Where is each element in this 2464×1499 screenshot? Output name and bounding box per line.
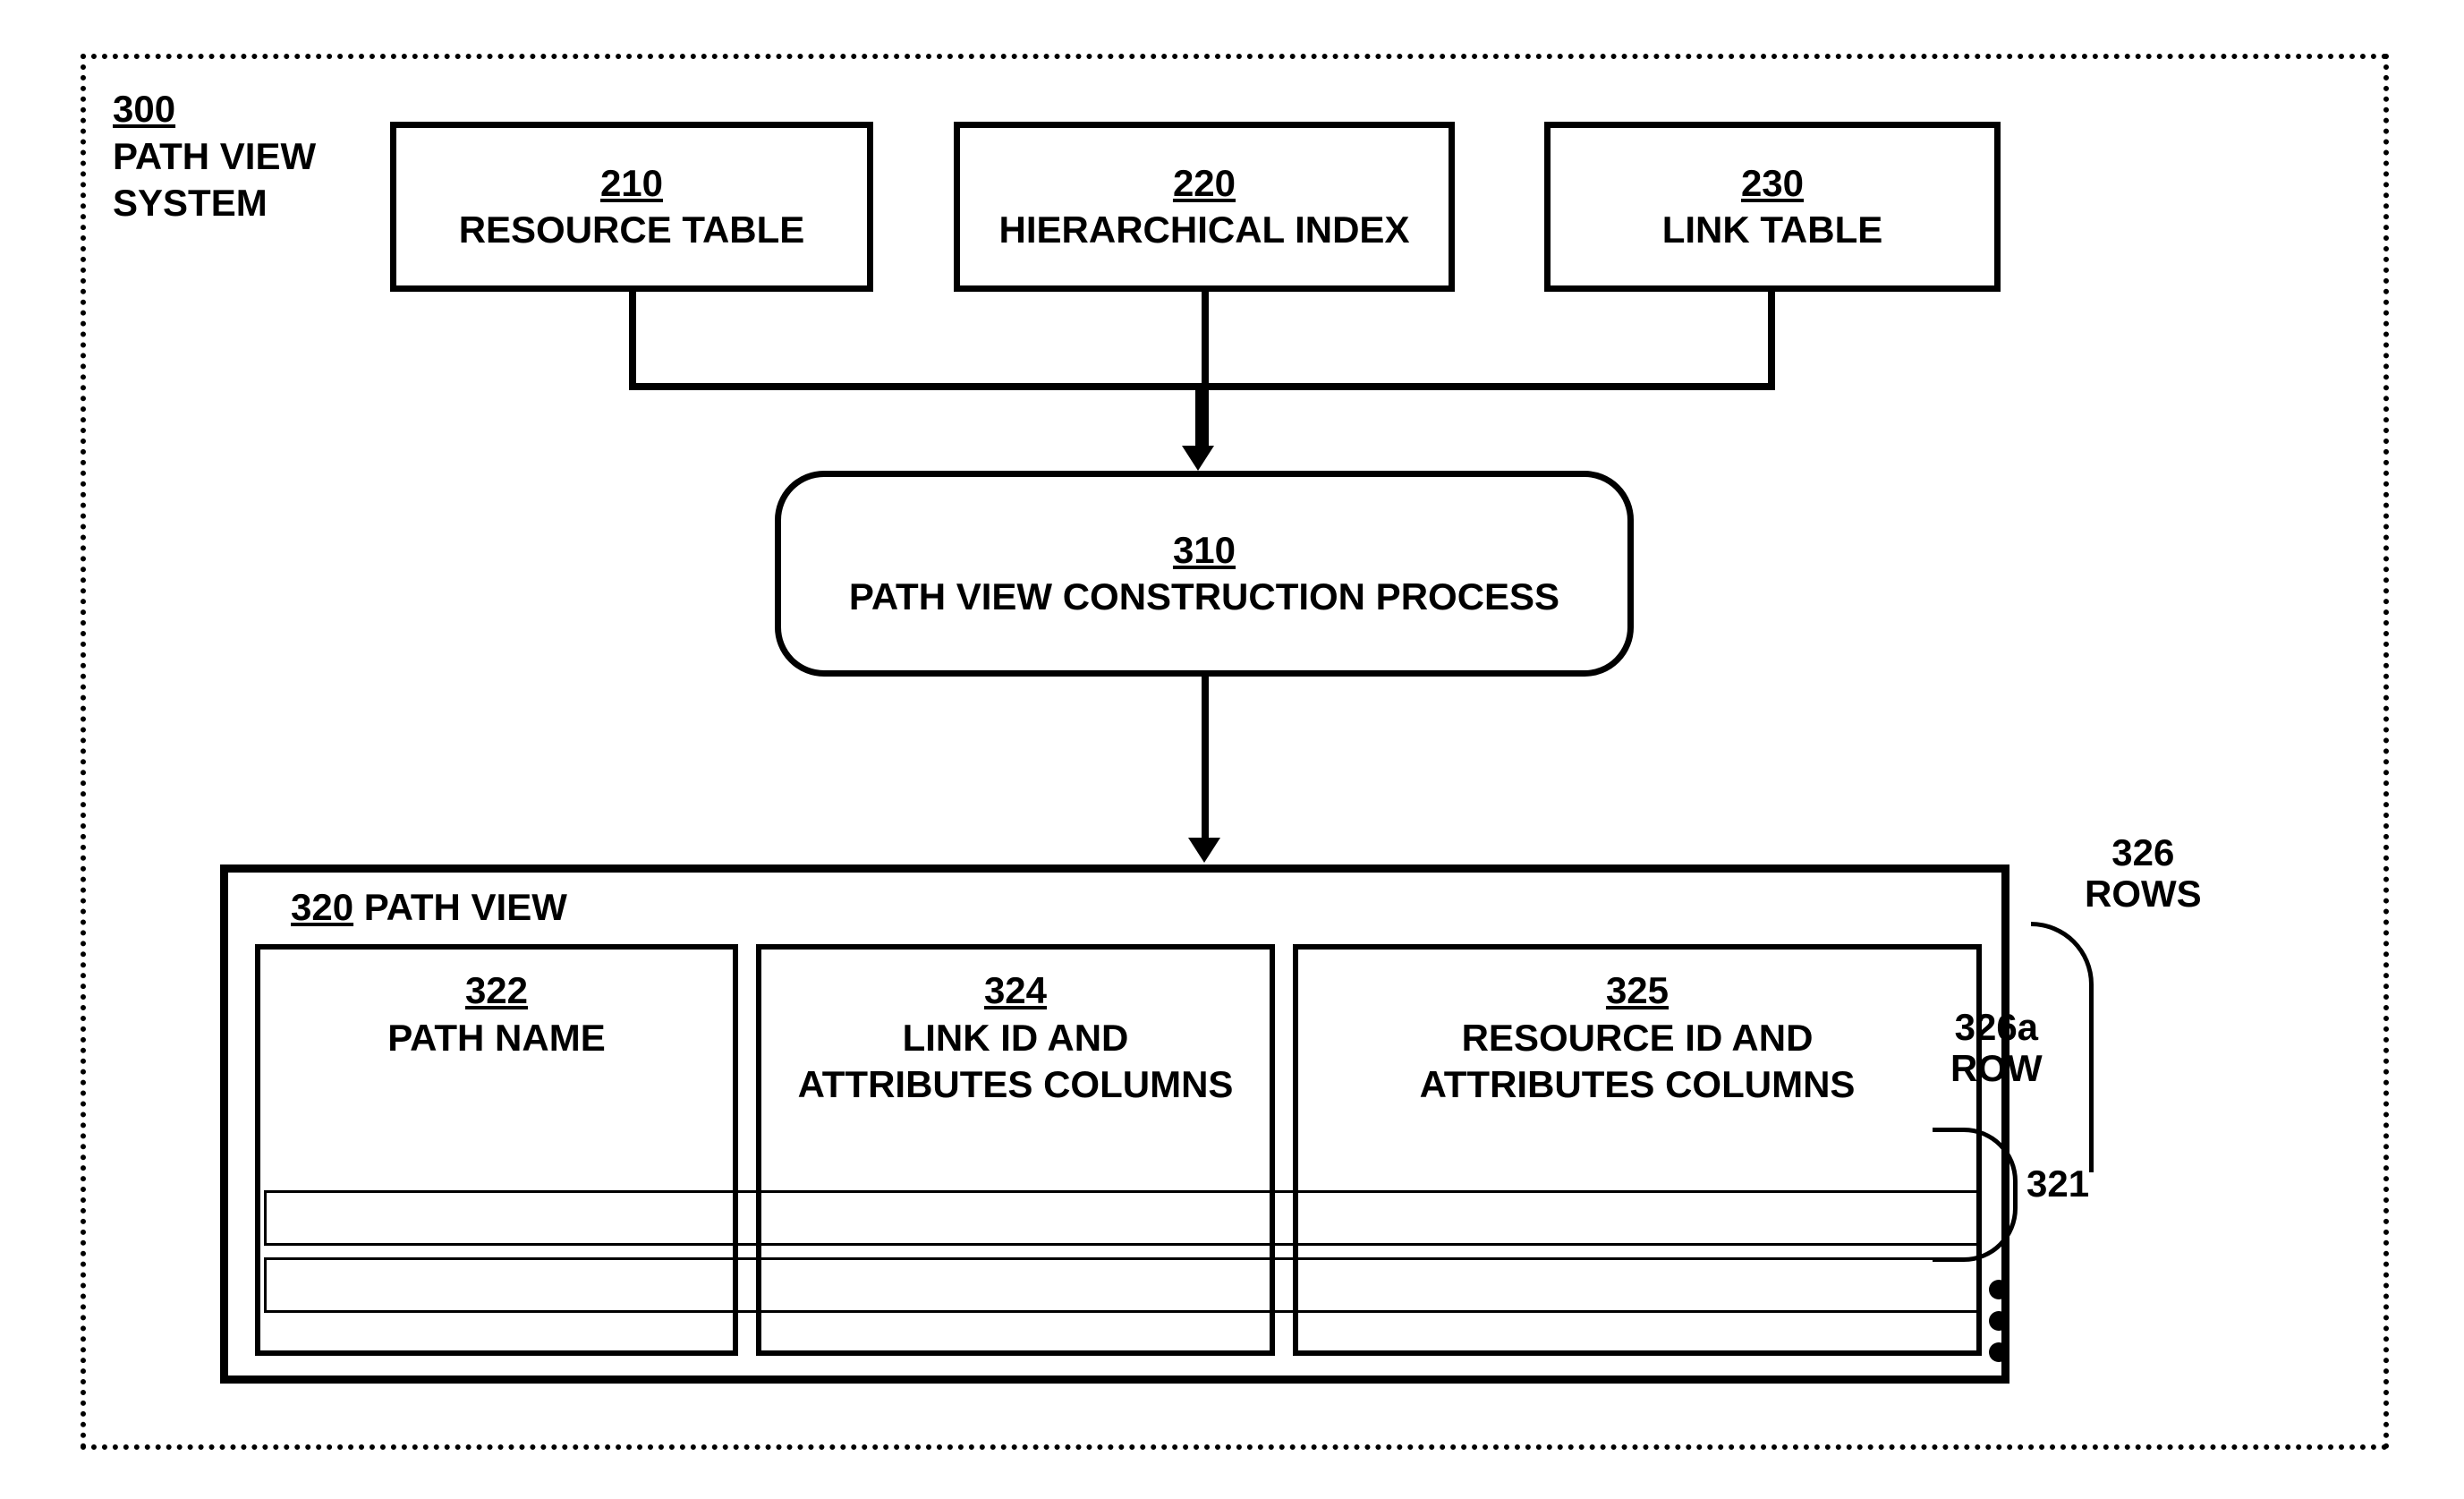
process-ref: 310 (1173, 529, 1236, 571)
rows-text: ROWS (2085, 873, 2202, 915)
system-name-line2: SYSTEM (113, 182, 268, 224)
row-a-text: ROW (1950, 1048, 2043, 1089)
res-col-label-line1: RESOURCE ID AND (1298, 1015, 1976, 1062)
ellipsis-dot (1989, 1280, 2009, 1299)
hierarchical-index-label: HIERARCHICAL INDEX (999, 207, 1410, 254)
process-box: 310 PATH VIEW CONSTRUCTION PROCESS (775, 471, 1634, 677)
hierarchical-index-ref: 220 (1173, 162, 1236, 204)
row-a-label: 326a ROW (1950, 1007, 2043, 1089)
link-col-label-line1: LINK ID AND (761, 1015, 1270, 1062)
rows-ref: 326 (2085, 832, 2202, 873)
process-label: PATH VIEW CONSTRUCTION PROCESS (849, 574, 1559, 621)
table-row (264, 1257, 1982, 1313)
row-a-ref: 326a (1950, 1007, 2043, 1048)
path-name-ref: 322 (465, 969, 528, 1011)
rows-group-bracket (1933, 1128, 2018, 1262)
hierarchical-index-box: 220 HIERARCHICAL INDEX (954, 122, 1455, 292)
path-view-box: 320 PATH VIEW 322 PATH NAME 324 LINK ID … (220, 864, 2009, 1384)
path-view-system-container: 300 PATH VIEW SYSTEM 210 RESOURCE TABLE … (81, 54, 2389, 1450)
path-view-title: 320 PATH VIEW (291, 886, 567, 929)
path-view-title-text: PATH VIEW (364, 886, 567, 928)
rows-group-ref: 321 (2026, 1163, 2089, 1205)
link-col-label-line2: ATTRIBUTES COLUMNS (761, 1061, 1270, 1109)
path-view-ref: 320 (291, 886, 353, 928)
link-table-box: 230 LINK TABLE (1544, 122, 2001, 292)
resource-table-ref: 210 (600, 162, 663, 204)
link-table-ref: 230 (1741, 162, 1804, 204)
ellipsis-dot (1989, 1311, 2009, 1331)
rows-label: 326 ROWS (2085, 832, 2202, 915)
link-table-label: LINK TABLE (1662, 207, 1883, 254)
ellipsis-dot (1989, 1342, 2009, 1362)
link-col-ref: 324 (984, 969, 1047, 1011)
system-label: 300 PATH VIEW SYSTEM (113, 86, 316, 227)
system-ref: 300 (113, 88, 175, 130)
res-col-label-line2: ATTRIBUTES COLUMNS (1298, 1061, 1976, 1109)
resource-table-label: RESOURCE TABLE (459, 207, 805, 254)
res-col-ref: 325 (1606, 969, 1669, 1011)
table-row (264, 1190, 1982, 1246)
path-name-label: PATH NAME (260, 1015, 733, 1062)
resource-table-box: 210 RESOURCE TABLE (390, 122, 873, 292)
system-name-line1: PATH VIEW (113, 135, 316, 177)
